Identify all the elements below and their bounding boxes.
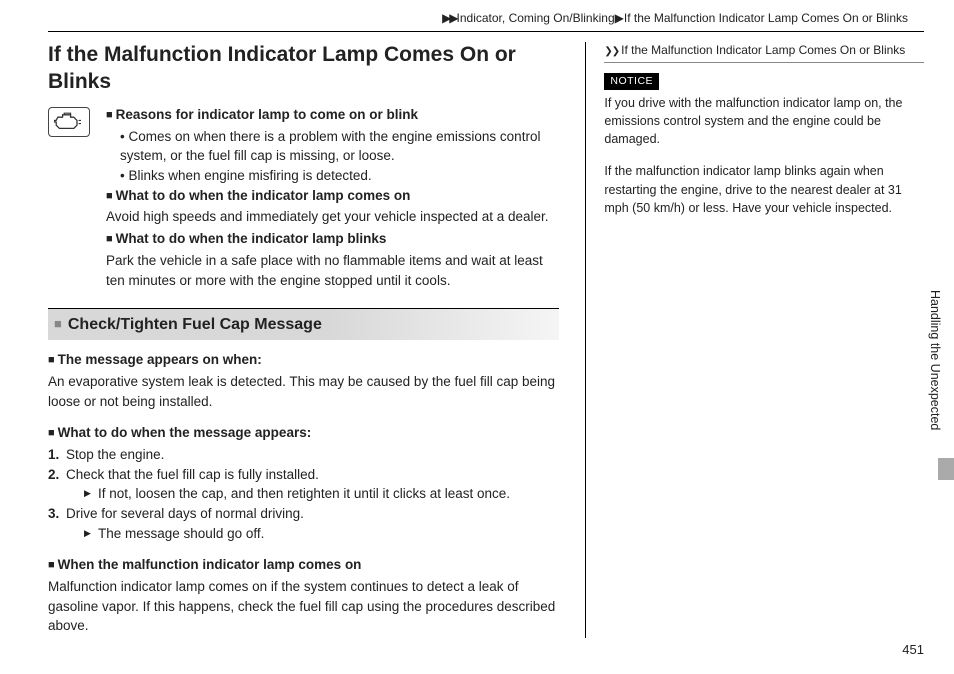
body-comes-on: Avoid high speeds and immediately get yo…: [106, 207, 559, 227]
breadcrumb-seg2: If the Malfunction Indicator Lamp Comes …: [624, 11, 908, 25]
heading-comes-on: ■What to do when the indicator lamp come…: [106, 186, 559, 206]
breadcrumb-sep-icon: ▶: [615, 11, 624, 25]
side-para: If the malfunction indicator lamp blinks…: [604, 162, 924, 216]
body-blinks: Park the vehicle in a safe place with no…: [106, 251, 559, 290]
notice-badge: NOTICE: [604, 73, 659, 90]
step-item: Stop the engine.: [48, 445, 559, 465]
right-column: ❯❯If the Malfunction Indicator Lamp Come…: [585, 42, 924, 637]
content-columns: If the Malfunction Indicator Lamp Comes …: [48, 42, 924, 637]
steps-list: Stop the engine. Check that the fuel fil…: [48, 445, 559, 543]
left-column: If the Malfunction Indicator Lamp Comes …: [48, 42, 559, 637]
list-item: Comes on when there is a problem with th…: [120, 127, 559, 166]
step-item: Check that the fuel fill cap is fully in…: [48, 465, 559, 504]
intro-block: ■Reasons for indicator lamp to come on o…: [106, 105, 559, 292]
side-title: ❯❯If the Malfunction Indicator Lamp Come…: [604, 42, 924, 63]
heading-appears: ■The message appears on when:: [48, 350, 559, 370]
engine-lamp-icon: [48, 107, 90, 137]
heading-when-lamp: ■When the malfunction indicator lamp com…: [48, 555, 559, 575]
heading-reasons: ■Reasons for indicator lamp to come on o…: [106, 105, 559, 125]
breadcrumb-seg1: Indicator, Coming On/Blinking: [457, 11, 615, 25]
chapter-tab: Handling the Unexpected: [926, 290, 944, 430]
engine-lamp-icon-box: [48, 107, 96, 137]
side-title-arrow-icon: ❯❯: [604, 46, 619, 57]
body-when-lamp: Malfunction indicator lamp comes on if t…: [48, 577, 559, 636]
step-item: Drive for several days of normal driving…: [48, 504, 559, 543]
step-sub: The message should go off.: [66, 524, 559, 544]
breadcrumb: ▶▶Indicator, Coming On/Blinking▶If the M…: [48, 10, 924, 27]
top-rule: [48, 31, 924, 32]
breadcrumb-arrow-icon: ▶▶: [442, 11, 456, 25]
section-bar: ■ Check/Tighten Fuel Cap Message: [48, 308, 559, 340]
heading-blinks: ■What to do when the indicator lamp blin…: [106, 229, 559, 249]
chapter-tab-marker: [938, 458, 954, 480]
section-heading: Check/Tighten Fuel Cap Message: [68, 313, 322, 336]
list-item: Blinks when engine misfiring is detected…: [120, 166, 559, 186]
notice-body: If you drive with the malfunction indica…: [604, 94, 924, 148]
page-number: 451: [902, 641, 924, 660]
page-title: If the Malfunction Indicator Lamp Comes …: [48, 42, 559, 95]
step-sub: If not, loosen the cap, and then retight…: [66, 484, 559, 504]
body-appears: An evaporative system leak is detected. …: [48, 372, 559, 411]
heading-what-to-do: ■What to do when the message appears:: [48, 423, 559, 443]
section-square-icon: ■: [54, 315, 62, 334]
manual-page: ▶▶Indicator, Coming On/Blinking▶If the M…: [0, 0, 954, 658]
reasons-list: Comes on when there is a problem with th…: [106, 127, 559, 186]
